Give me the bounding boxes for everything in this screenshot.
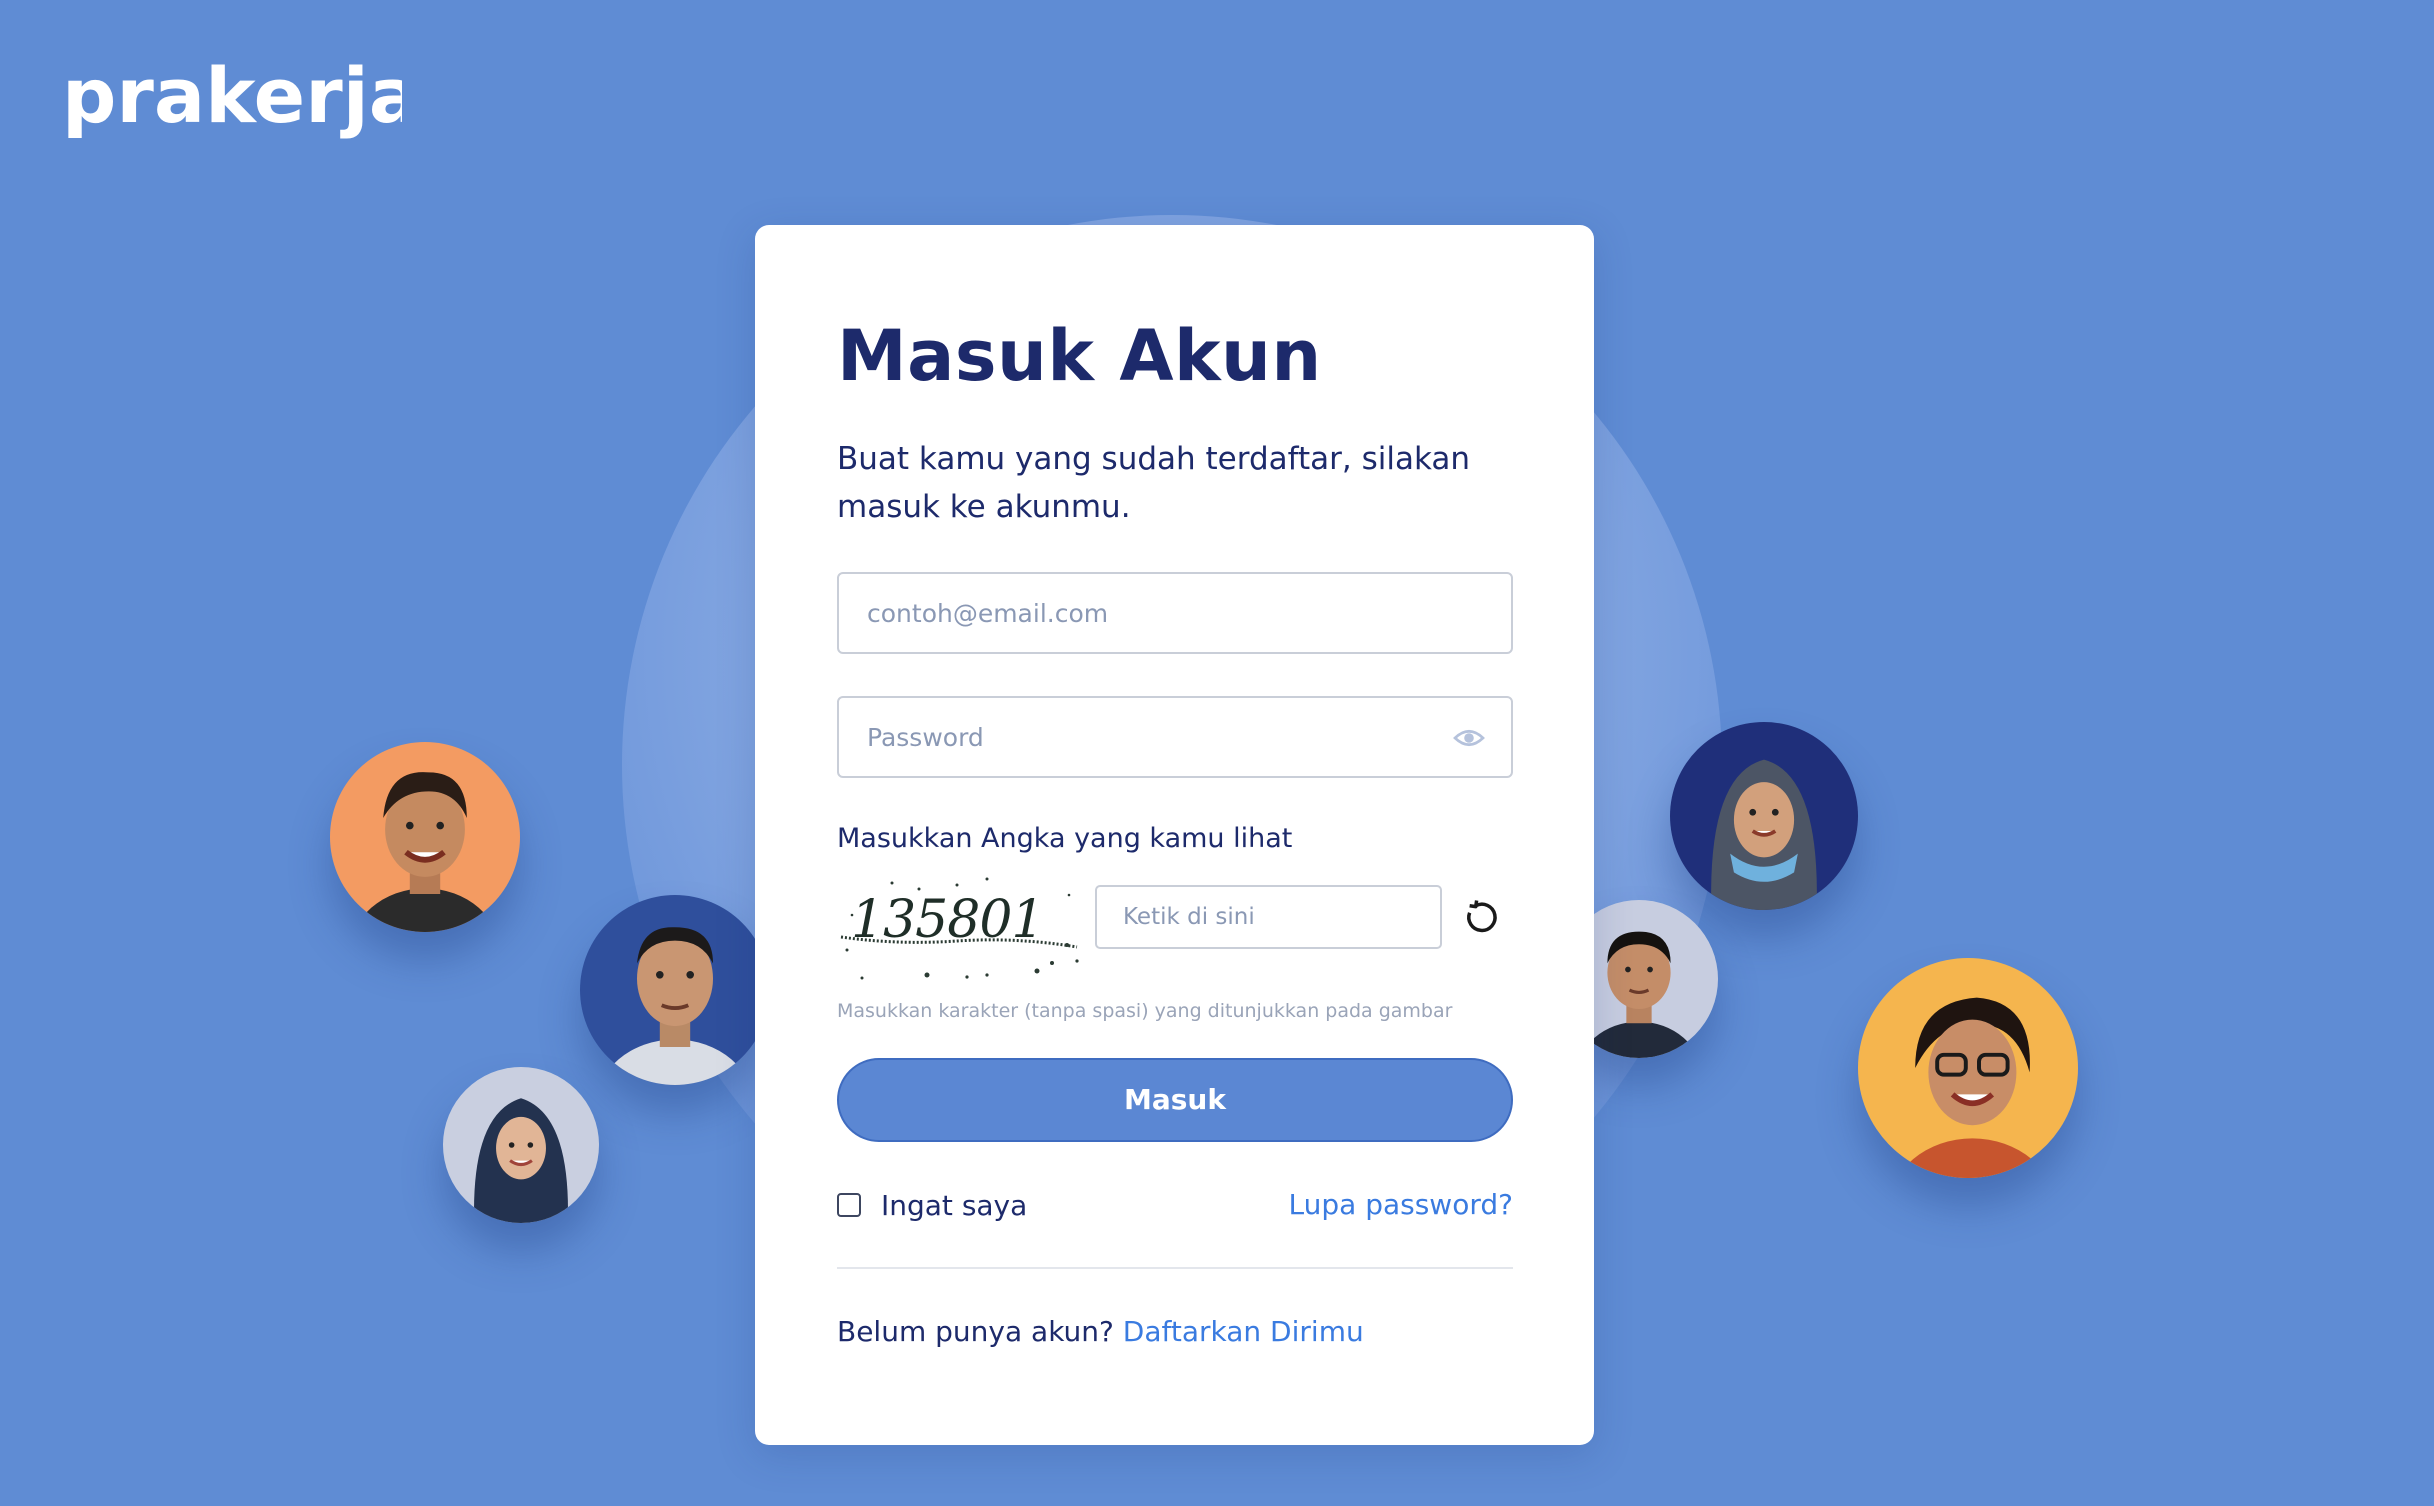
email-input[interactable]: [867, 574, 1427, 652]
login-page: prakerja Masuk Akun Buat kamu yang sudah…: [0, 0, 2434, 1506]
remember-checkbox[interactable]: [837, 1193, 861, 1217]
captcha-text: 135801: [851, 890, 1044, 950]
page-title: Masuk Akun: [837, 315, 1322, 397]
logo-wordmark: prakerja: [62, 51, 402, 140]
refresh-icon[interactable]: [1460, 897, 1502, 939]
register-prompt: Belum punya akun?: [837, 1315, 1123, 1348]
avatar-woman-hijab-grey: [443, 1067, 599, 1223]
eye-icon[interactable]: [1453, 722, 1485, 754]
forgot-password-link[interactable]: Lupa password?: [1289, 1188, 1513, 1221]
avatar-woman-glasses-yellow: [1858, 958, 2078, 1178]
login-button[interactable]: Masuk: [837, 1058, 1513, 1142]
captcha-label: Masukkan Angka yang kamu lihat: [837, 823, 1293, 854]
remember-me[interactable]: Ingat saya: [837, 1188, 1027, 1222]
password-field-wrapper: [837, 696, 1513, 778]
login-card: Masuk Akun Buat kamu yang sudah terdafta…: [755, 225, 1594, 1445]
register-link[interactable]: Daftarkan Dirimu: [1123, 1315, 1364, 1348]
captcha-hint: Masukkan karakter (tanpa spasi) yang dit…: [837, 1000, 1453, 1022]
logo-text: prakerja: [62, 51, 402, 140]
avatar-man-blue: [580, 895, 770, 1085]
remember-label: Ingat saya: [881, 1188, 1028, 1222]
avatar-man-orange: [330, 742, 520, 932]
captcha-image: 135801: [837, 875, 1087, 985]
captcha-input[interactable]: [1123, 887, 1423, 947]
page-subtitle: Buat kamu yang sudah terdaftar, silakan …: [837, 441, 1471, 525]
avatar-woman-hijab-navy: [1670, 722, 1858, 910]
captcha-field-wrapper: [1095, 885, 1442, 949]
register-row: Belum punya akun? Daftarkan Dirimu: [837, 1315, 1364, 1348]
email-field-wrapper: [837, 572, 1513, 654]
prakerja-logo[interactable]: prakerja: [62, 50, 402, 145]
password-input[interactable]: [867, 698, 1427, 776]
divider: [837, 1267, 1513, 1269]
